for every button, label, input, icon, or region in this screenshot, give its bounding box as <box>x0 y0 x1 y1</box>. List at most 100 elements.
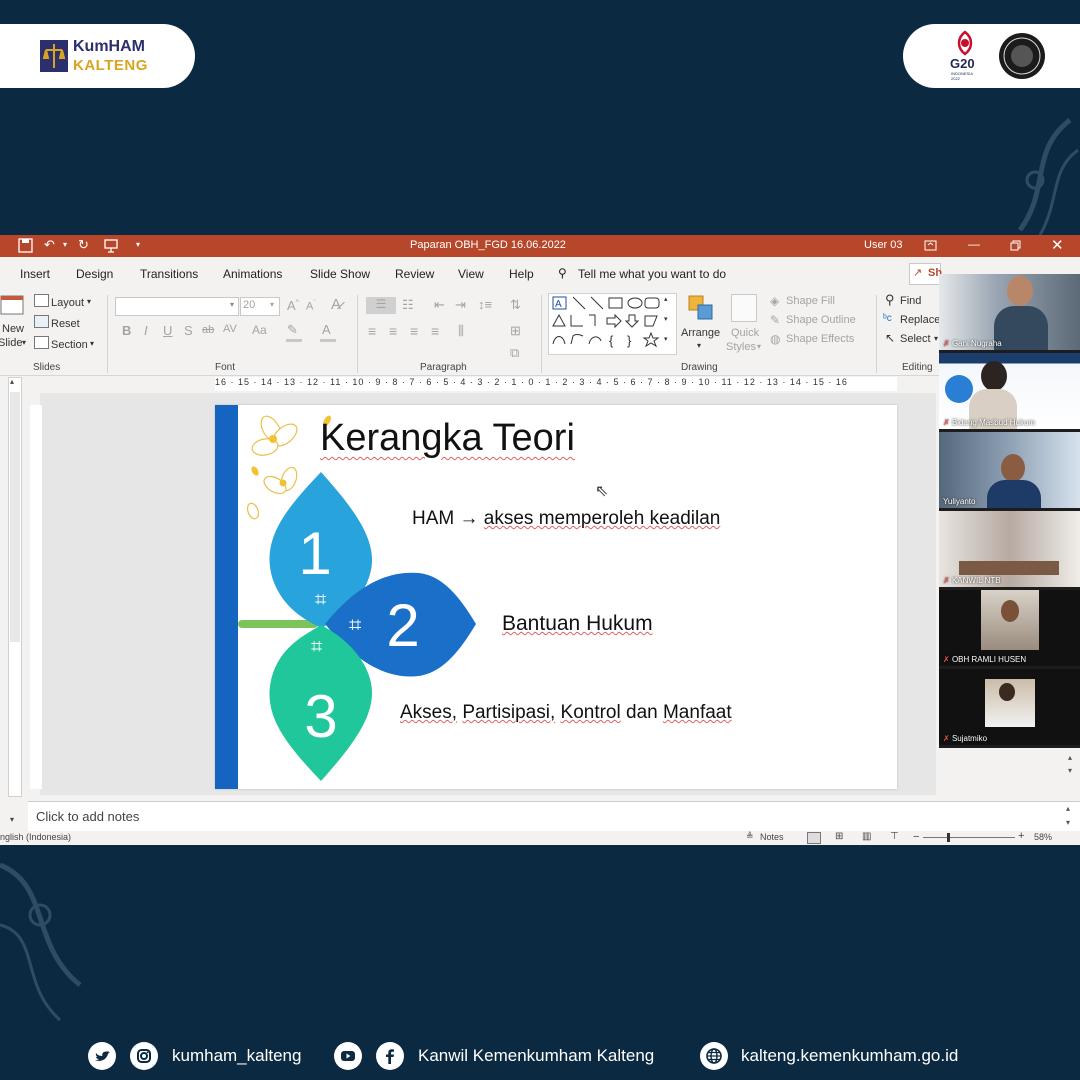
participant-tile[interactable]: ✗ Bidang Masbud Hukum <box>939 353 1080 429</box>
tab-animations[interactable]: Animations <box>223 267 282 281</box>
highlight-icon[interactable]: ✎ <box>287 322 298 338</box>
youtube-icon[interactable] <box>334 1042 362 1070</box>
reset-button[interactable]: Reset <box>51 318 80 330</box>
new-slide-label-1[interactable]: New <box>2 323 24 335</box>
reset-icon[interactable] <box>34 315 49 328</box>
language-status[interactable]: nglish (Indonesia) <box>0 832 71 842</box>
decrease-indent-icon[interactable]: ⇤ <box>434 297 445 313</box>
change-case-icon[interactable]: Aa <box>252 323 267 337</box>
notes-scroll-up-icon[interactable]: ▴ <box>1066 804 1070 813</box>
font-size-dropdown-icon[interactable]: ▾ <box>270 300 274 309</box>
instagram-icon[interactable] <box>130 1042 158 1070</box>
font-color-icon[interactable]: A <box>322 322 331 337</box>
strikethrough-icon[interactable]: ab <box>202 324 214 336</box>
tab-view[interactable]: View <box>458 267 484 281</box>
current-slide[interactable]: 1 2 ⌗ 3 ⌗ ⌗ Kerangka Teori HAM → akses m… <box>215 405 897 789</box>
shapes-gallery[interactable]: A { } <box>548 293 677 355</box>
columns-icon[interactable]: ⫼ <box>458 323 464 339</box>
user-name[interactable]: User 03 <box>864 239 903 251</box>
layout-icon[interactable] <box>34 294 49 307</box>
zoom-level[interactable]: 58% <box>1034 832 1052 842</box>
align-left-icon[interactable]: ≡ <box>368 323 376 339</box>
align-center-icon[interactable]: ≡ <box>389 323 397 339</box>
globe-icon[interactable] <box>700 1042 728 1070</box>
customize-toolbar-icon[interactable]: ▾ <box>136 240 140 249</box>
share-button[interactable]: ↗ Sh <box>909 263 942 285</box>
increase-font-icon[interactable]: A^ <box>287 298 299 313</box>
thumbnail-pane-scrollbar[interactable] <box>8 377 22 797</box>
arrange-icon[interactable] <box>687 294 715 322</box>
reading-view-icon[interactable]: ▥ <box>862 831 871 842</box>
redo-icon[interactable]: ↻ <box>78 237 89 253</box>
save-icon[interactable] <box>18 238 33 253</box>
participant-tile[interactable]: ✗ OBH RAMLI HUSEN <box>939 590 1080 666</box>
shapes-scroll-down-icon[interactable]: ▾ <box>664 315 668 323</box>
tab-transitions[interactable]: Transitions <box>140 267 198 281</box>
participant-tile[interactable]: ✗ Sujatmiko <box>939 669 1080 745</box>
arrange-button[interactable]: Arrange <box>681 327 720 339</box>
present-from-beginning-icon[interactable] <box>104 239 118 253</box>
tab-insert[interactable]: Insert <box>20 267 50 281</box>
shape-outline-icon[interactable]: ✎ <box>770 313 780 327</box>
underline-icon[interactable]: U <box>163 323 172 338</box>
quick-styles-label-1[interactable]: Quick <box>731 327 759 339</box>
shape-fill-icon[interactable]: ◈ <box>770 294 779 308</box>
numbering-icon[interactable]: ☷ <box>402 297 414 313</box>
facebook-page[interactable]: Kanwil Kemenkumham Kalteng <box>418 1046 654 1066</box>
replace-icon[interactable]: ᵇc <box>883 313 892 324</box>
text-direction-icon[interactable]: ⇅ <box>510 297 521 313</box>
tab-help[interactable]: Help <box>509 267 534 281</box>
thumbnail-scroll-down-icon[interactable]: ▾ <box>10 815 14 824</box>
select-dropdown-icon[interactable]: ▾ <box>934 334 938 343</box>
participant-tile[interactable]: ✗ KANWIL NTB <box>939 511 1080 587</box>
shape-fill-button[interactable]: Shape Fill <box>786 295 835 307</box>
line-spacing-icon[interactable]: ↕≡ <box>478 297 492 312</box>
notes-scroll-down-icon[interactable]: ▾ <box>1066 818 1070 827</box>
select-icon[interactable]: ↖ <box>885 331 895 345</box>
select-button[interactable]: Select <box>900 333 931 345</box>
facebook-icon[interactable] <box>376 1042 404 1070</box>
video-scroll-down-icon[interactable]: ▾ <box>1068 766 1072 775</box>
section-button[interactable]: Section <box>51 339 88 351</box>
tell-me-search[interactable]: Tell me what you want to do <box>578 267 726 281</box>
ribbon-display-options-icon[interactable] <box>924 240 937 251</box>
notes-toggle-button[interactable]: Notes <box>760 832 784 842</box>
zoom-slider-thumb[interactable] <box>947 833 950 842</box>
zoom-out-icon[interactable]: − <box>913 831 919 843</box>
new-slide-dropdown-icon[interactable]: ▾ <box>22 338 26 347</box>
minimize-icon[interactable]: — <box>968 237 980 251</box>
italic-icon[interactable]: I <box>144 323 148 338</box>
quick-styles-label-2[interactable]: Styles <box>726 341 756 353</box>
bullets-icon[interactable]: ☰ <box>366 297 396 314</box>
close-icon[interactable]: ✕ <box>1051 236 1064 254</box>
video-panel-scroll[interactable]: ▴ ▾ <box>1066 752 1078 782</box>
new-slide-icon[interactable] <box>0 293 26 317</box>
font-name-dropdown-icon[interactable]: ▾ <box>230 300 234 309</box>
participant-tile[interactable]: Yuliyanto <box>939 432 1080 508</box>
tab-review[interactable]: Review <box>395 267 434 281</box>
section-icon[interactable] <box>34 336 49 349</box>
tab-design[interactable]: Design <box>76 267 113 281</box>
shapes-scroll-up-icon[interactable]: ▴ <box>664 295 668 303</box>
notes-toggle-icon[interactable]: ≜ <box>746 831 754 842</box>
slide-sorter-icon[interactable]: ⊞ <box>835 831 843 842</box>
zoom-slider[interactable] <box>923 833 1015 842</box>
vertical-ruler[interactable] <box>30 405 42 789</box>
smartart-icon[interactable]: ⧉ <box>510 345 519 361</box>
clear-formatting-icon[interactable]: A̷ <box>331 296 341 313</box>
undo-icon[interactable]: ↶ <box>44 237 55 253</box>
character-spacing-icon[interactable]: AV <box>223 323 237 335</box>
quick-styles-icon[interactable] <box>731 294 757 322</box>
new-slide-label-2[interactable]: Slide <box>0 337 22 349</box>
increase-indent-icon[interactable]: ⇥ <box>455 297 466 313</box>
thumbnail-scroll-up-icon[interactable]: ▴ <box>10 377 14 386</box>
participant-tile[interactable]: ✗ Gani Nugraha <box>939 274 1080 350</box>
layout-dropdown-icon[interactable]: ▾ <box>87 297 91 306</box>
shadow-icon[interactable]: S <box>184 323 193 338</box>
normal-view-icon[interactable] <box>807 832 821 844</box>
decrease-font-icon[interactable]: Aˇ <box>306 300 316 313</box>
thumbnail-scroll-thumb[interactable] <box>10 392 20 642</box>
align-text-icon[interactable]: ⊞ <box>510 323 521 339</box>
instagram-handle[interactable]: kumham_kalteng <box>172 1046 301 1066</box>
twitter-icon[interactable] <box>88 1042 116 1070</box>
